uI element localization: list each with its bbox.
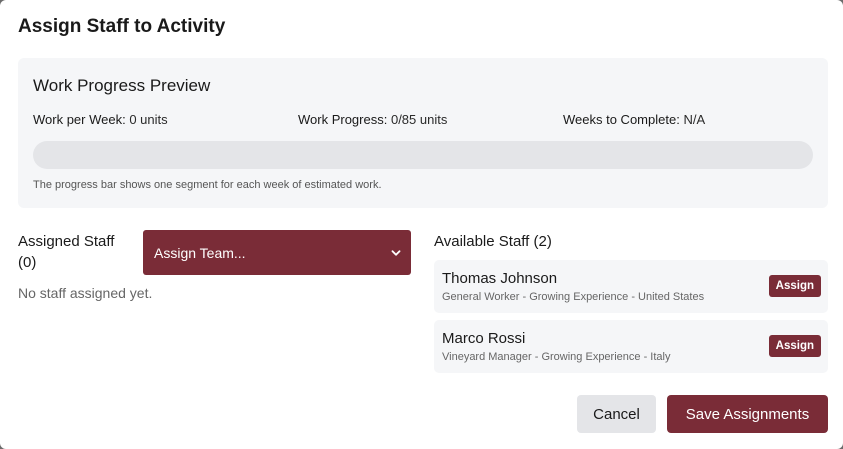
staff-name: Marco Rossi [442,330,526,347]
no-staff-message: No staff assigned yet. [18,285,153,301]
weeks-to-complete-value: N/A [683,112,706,127]
work-per-week-label: Work per Week: [33,112,126,127]
preview-title: Work Progress Preview [33,76,211,95]
work-progress-preview: Work Progress Preview Work per Week: 0 u… [18,58,828,208]
save-assignments-button[interactable]: Save Assignments [667,395,828,433]
staff-card: Marco Rossi Vineyard Manager - Growing E… [434,320,828,373]
staff-name: Thomas Johnson [442,270,558,287]
assign-staff-button[interactable]: Assign [768,335,821,357]
cancel-button[interactable]: Cancel [577,395,656,433]
staff-card: Thomas Johnson General Worker - Growing … [434,260,828,313]
progress-bar [33,141,813,169]
staff-description: General Worker - Growing Experience - Un… [442,291,705,303]
progress-note: The progress bar shows one segment for e… [33,179,382,191]
assign-staff-button[interactable]: Assign [768,275,821,297]
work-progress-label: Work Progress: [298,112,388,127]
weeks-to-complete-stat: Weeks to Complete: N/A [563,112,705,127]
chevron-down-icon [391,249,401,256]
work-progress-stat: Work Progress: 0/85 units [298,112,447,127]
assign-team-select[interactable]: Assign Team... [143,230,411,275]
weeks-to-complete-label: Weeks to Complete: [563,112,680,127]
work-per-week-value: 0 units [129,112,168,127]
available-staff-heading: Available Staff (2) [434,233,552,250]
assigned-staff-heading: Assigned Staff (0) [18,233,115,271]
staff-description: Vineyard Manager - Growing Experience - … [442,351,671,363]
dialog-title: Assign Staff to Activity [18,16,226,37]
assign-team-select-value: Assign Team... [154,244,246,261]
work-progress-value: 0/85 units [390,112,448,127]
assign-staff-dialog: Assign Staff to Activity Work Progress P… [0,0,843,449]
work-per-week-stat: Work per Week: 0 units [33,112,168,127]
